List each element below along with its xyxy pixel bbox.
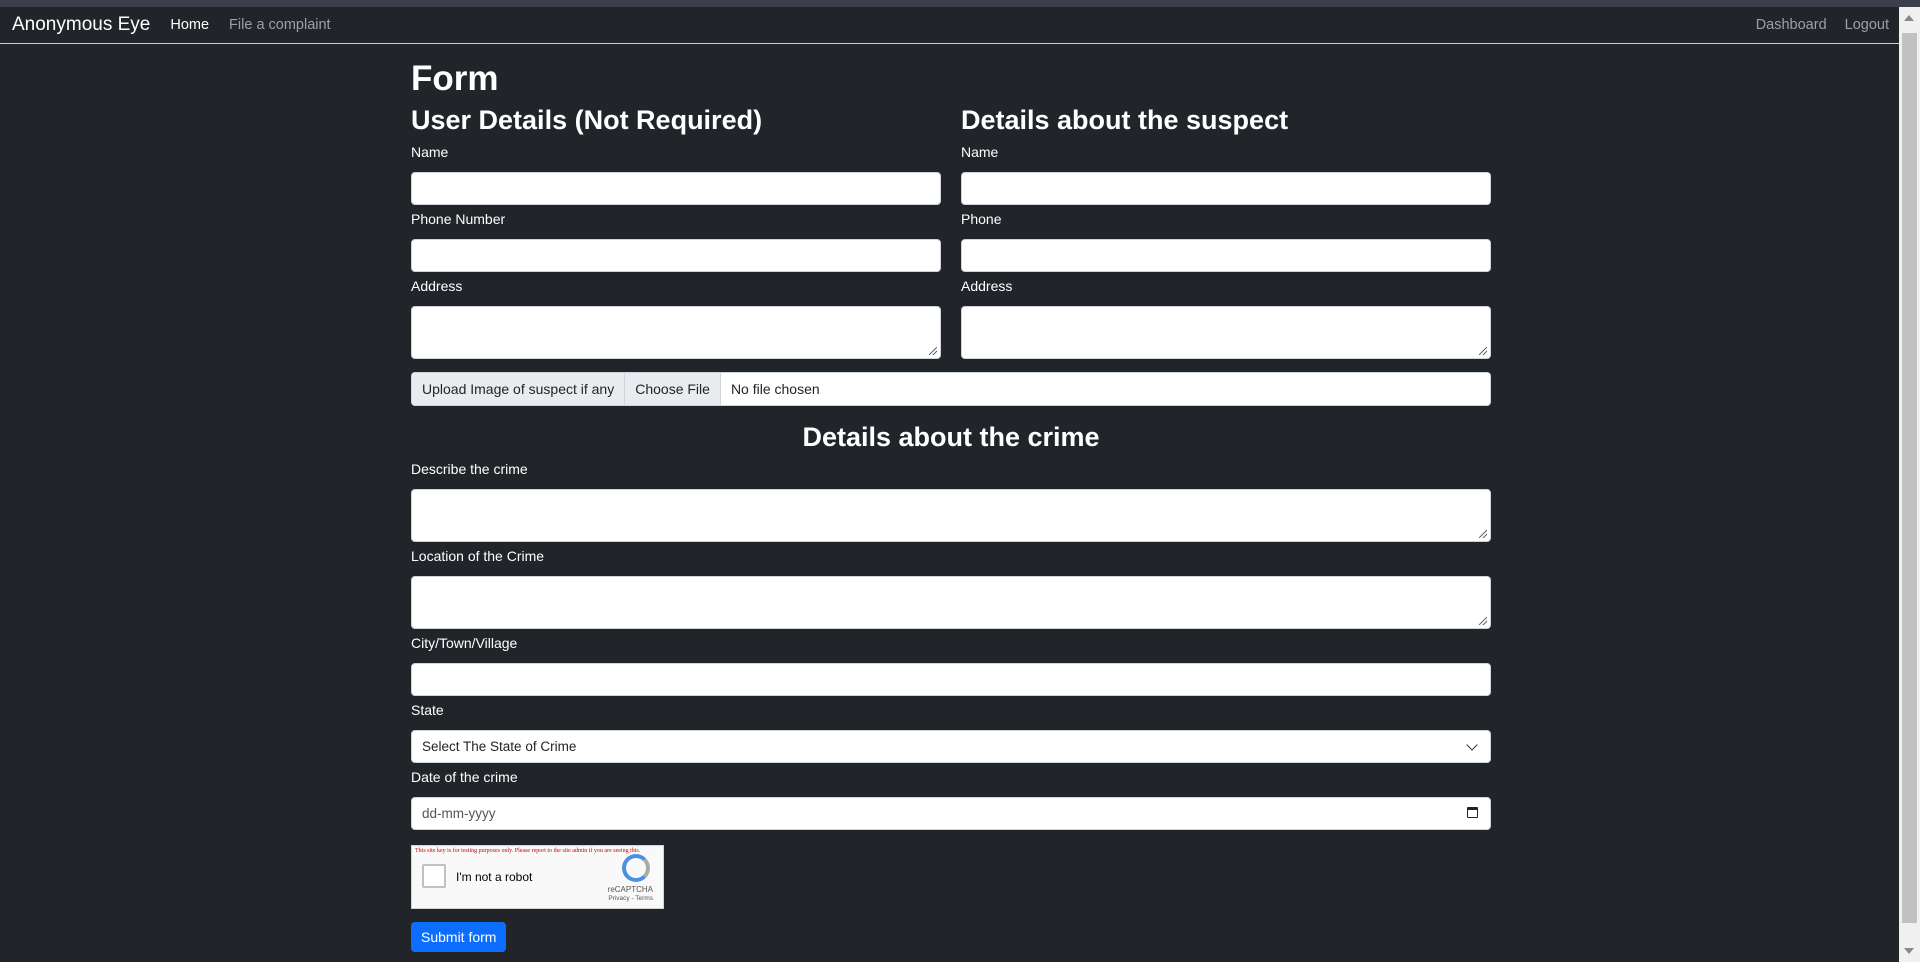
recaptcha-checkbox-label: I'm not a robot [456,870,533,884]
page-scrollbar[interactable] [1899,7,1920,962]
user-address-label: Address [411,278,463,294]
user-phone-label: Phone Number [411,211,506,227]
user-phone-input[interactable] [411,239,941,272]
suspect-phone-input[interactable] [961,239,1491,272]
nav-file-complaint[interactable]: File a complaint [229,17,331,33]
recaptcha-brand: reCAPTCHA [607,885,653,894]
resize-handle-icon[interactable] [929,347,937,355]
recaptcha-checkbox[interactable] [422,864,446,888]
suspect-details-heading: Details about the suspect [961,105,1289,135]
chevron-down-icon [1466,739,1478,751]
user-address-textarea[interactable] [411,306,941,359]
file-status: No file chosen [730,381,820,397]
city-label: City/Town/Village [411,635,518,651]
suspect-address-textarea[interactable] [961,306,1491,359]
suspect-name-label: Name [961,144,999,160]
recaptcha-widget: This site key is for testing purposes on… [411,845,664,909]
user-name-input[interactable] [411,172,941,205]
scroll-thumb[interactable] [1902,33,1917,923]
window-top-strip [0,0,1920,7]
date-placeholder: dd-mm-yyyy [422,806,496,821]
resize-handle-icon[interactable] [1479,617,1487,625]
nav-home[interactable]: Home [170,17,209,33]
resize-handle-icon[interactable] [1479,347,1487,355]
nav-logout[interactable]: Logout [1845,17,1889,33]
submit-form-button[interactable]: Submit form [411,922,507,952]
scroll-up-icon[interactable] [1904,15,1914,21]
crime-date-input[interactable]: dd-mm-yyyy [411,797,1491,830]
navbar: Anonymous Eye Home File a complaint Dash… [0,7,1899,44]
suspect-image-upload: Upload Image of suspect if any Choose Fi… [411,372,1491,406]
state-selected-value: Select The State of Crime [422,739,577,754]
state-label: State [411,702,444,718]
city-input[interactable] [411,663,1491,696]
details-columns: User Details (Not Required) Name Phone N… [411,102,1491,359]
date-label: Date of the crime [411,769,518,785]
upload-label: Upload Image of suspect if any [412,373,626,405]
nav-right: Dashboard Logout [1738,17,1889,33]
resize-handle-icon[interactable] [1479,530,1487,538]
crime-location-label: Location of the Crime [411,548,545,564]
brand-logo[interactable]: Anonymous Eye [12,14,150,36]
page-title: Form [411,59,499,98]
state-select[interactable]: Select The State of Crime [411,730,1491,763]
crime-details-heading: Details about the crime [802,422,1100,452]
scroll-down-icon[interactable] [1904,948,1914,954]
user-details-section: User Details (Not Required) Name Phone N… [411,102,941,359]
complaint-form: Form User Details (Not Required) Name Ph… [411,50,1491,952]
choose-file-button[interactable]: Choose File [625,373,721,405]
describe-crime-label: Describe the crime [411,461,528,477]
calendar-icon[interactable] [1467,807,1478,818]
recaptcha-test-warning: This site key is for testing purposes on… [415,848,641,854]
recaptcha-privacy-terms[interactable]: Privacy - Terms [608,895,653,902]
nav-dashboard[interactable]: Dashboard [1756,17,1827,33]
suspect-address-label: Address [961,278,1013,294]
suspect-name-input[interactable] [961,172,1491,205]
user-details-heading: User Details (Not Required) [411,105,763,135]
describe-crime-textarea[interactable] [411,489,1491,542]
recaptcha-logo-icon [622,854,650,882]
crime-location-textarea[interactable] [411,576,1491,629]
suspect-phone-label: Phone [961,211,1002,227]
suspect-details-section: Details about the suspect Name Phone Add… [961,102,1491,359]
user-name-label: Name [411,144,449,160]
